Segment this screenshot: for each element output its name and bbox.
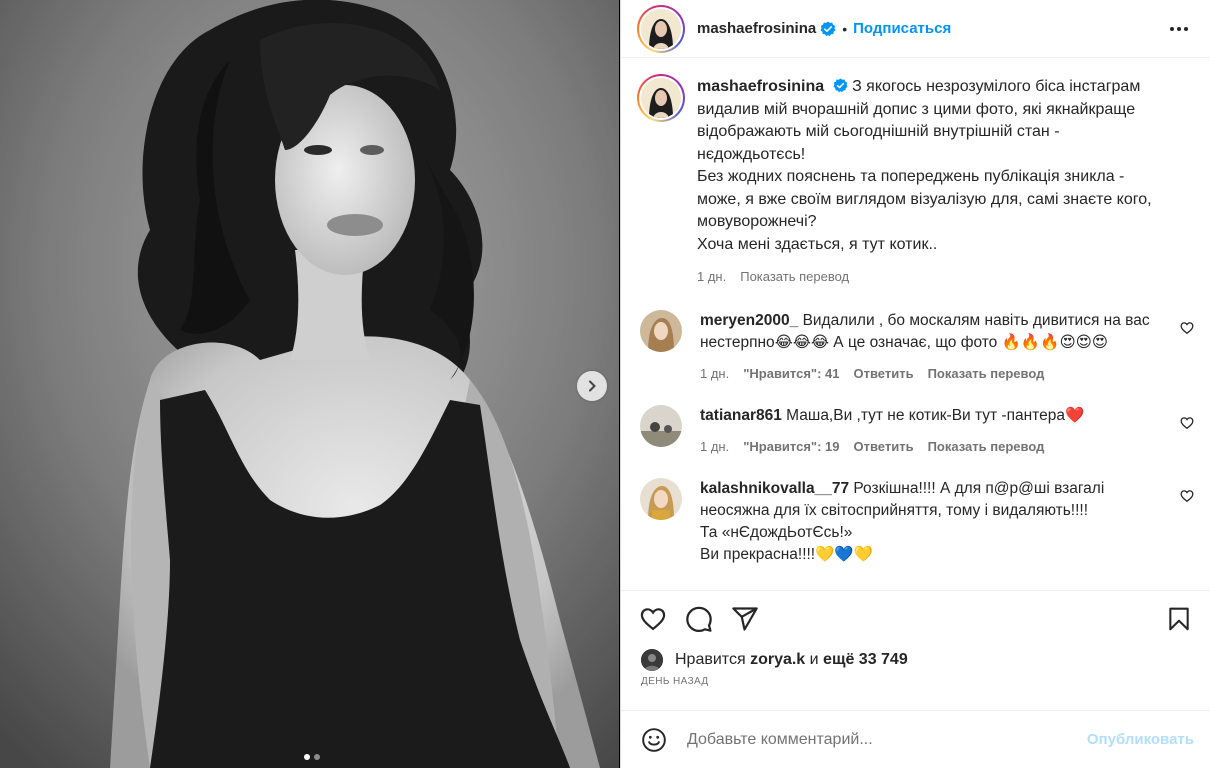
comment-bubble-icon[interactable] [685,605,713,633]
caption-line: може, я вже своїм виглядом візуалізую дл… [697,190,1152,208]
comment-meta: 1 дн. "Нравится": 41 Ответить Показать п… [700,363,1154,385]
comment-body: Маша,Ви ,тут не котик-Ви тут -пантера❤️ [786,407,1085,424]
verified-badge-icon [820,21,836,36]
caption-line: Без жодних пояснень та попереджень публі… [697,168,1125,185]
comment-line: Ви прекрасна!!!!💛💙💛 [700,546,874,563]
post-date[interactable]: ДЕНЬ НАЗАД [621,674,1210,696]
bookmark-icon[interactable] [1166,605,1192,633]
likes-count[interactable]: ещё 33 749 [823,651,908,669]
comment-avatar[interactable] [640,478,682,520]
caption-line: З якогось незрозумілого біса інстаграм [852,78,1141,95]
liker-avatar[interactable] [641,649,663,671]
liker-username[interactable]: zorya.k [750,651,805,669]
comment-text: meryen2000_ Видалили , бо москалям навіт… [700,310,1154,354]
publish-button[interactable]: Опубликовать [1087,731,1194,748]
author-username[interactable]: mashaefrosinina [697,20,816,37]
comment-avatar-image [640,478,682,520]
author-avatar[interactable] [637,4,685,53]
comment-time[interactable]: 1 дн. [700,436,729,458]
caption-avatar[interactable] [637,74,685,122]
comment-item: kalashnikovalla__77 Розкішна!!!! А для п… [637,478,1194,566]
comment-avatar[interactable] [640,405,682,447]
comment-item: tatianar861 Маша,Ви ,тут не котик-Ви тут… [637,405,1194,458]
caption-username[interactable]: mashaefrosinina [697,78,824,95]
reply-button[interactable]: Ответить [854,436,914,458]
post-header: mashaefrosinina • Подписаться [621,0,1210,58]
like-heart-icon[interactable] [639,605,667,633]
author-avatar-image [641,8,681,49]
caption-line: відображають мій сьогоднішній внутрішній… [697,123,1060,140]
post-actions-bar [621,590,1210,646]
caption-line: видалив мій вчорашній допис з цими фото,… [697,100,1136,118]
comment-line: Розкішна!!!! А для п@р@ші взагалі [853,480,1105,497]
comment-username[interactable]: meryen2000_ [700,312,798,329]
more-dot-icon [1177,26,1181,31]
verified-badge-icon [833,78,848,93]
comment-meta: 1 дн. "Нравится": 19 Ответить Показать п… [700,436,1154,458]
liker-avatar-image [641,649,663,671]
carousel-next-button[interactable] [577,371,607,401]
comment-line: неосяжна для їх світосприйняття, тому і … [700,502,1089,519]
caption-line: Хоча мені здається, я тут котик.. [697,235,938,253]
comment-avatar[interactable] [640,310,682,352]
emoji-smile-icon[interactable] [641,727,667,753]
like-comment-heart-icon[interactable] [1180,489,1194,503]
carousel-dot-1 [304,754,310,760]
comment-time[interactable]: 1 дн. [700,363,729,385]
caption-avatar-image [641,78,681,118]
caption-line: мовуворожнечі? [697,213,817,230]
caption-translate-link[interactable]: Показать перевод [740,266,849,288]
likes-prefix: Нравится [675,651,746,668]
like-comment-heart-icon[interactable] [1180,321,1194,335]
header-separator: • [842,20,848,37]
comment-line: Та «нЄдождЬотЄсь!» [700,524,853,541]
comment-avatar-image [640,405,682,447]
likes-and: и [809,651,819,668]
more-dot-icon [1170,26,1174,31]
comment-likes[interactable]: "Нравится": 19 [743,436,839,458]
like-comment-heart-icon[interactable] [1180,416,1194,430]
caption-time[interactable]: 1 дн. [697,266,726,288]
post-side-panel: mashaefrosinina • Подписаться mashaefros… [620,0,1210,768]
caption-meta: 1 дн. Показать перевод [697,266,1154,288]
follow-button[interactable]: Подписаться [853,20,951,37]
post-media [0,0,620,768]
share-send-icon[interactable] [731,605,759,633]
post-dialog: mashaefrosinina • Подписаться mashaefros… [0,0,1210,768]
comment-likes[interactable]: "Нравится": 41 [743,363,839,385]
comments-list: mashaefrosinina З якогось незрозумілого … [621,58,1210,590]
add-comment-bar: Опубликовать [621,710,1210,768]
comment-text: tatianar861 Маша,Ви ,тут не котик-Ви тут… [700,405,1154,427]
more-dot-icon [1184,26,1188,31]
comment-input[interactable] [687,730,1087,749]
chevron-right-icon [589,380,596,392]
caption-line: нєдождьотєсь! [697,145,806,163]
translate-link[interactable]: Показать перевод [928,436,1045,458]
comment-item: meryen2000_ Видалили , бо москалям навіт… [637,310,1194,385]
carousel-dot-2 [314,754,320,760]
carousel-indicator [0,754,620,760]
more-options-button[interactable] [1162,19,1196,39]
comment-avatar-image [640,310,682,352]
comment-username[interactable]: tatianar861 [700,407,782,424]
caption: mashaefrosinina З якогось незрозумілого … [637,74,1194,288]
comment-username[interactable]: kalashnikovalla__77 [700,480,849,497]
likes-summary: Нравится zorya.k и ещё 33 749 [621,646,1210,674]
post-photo [0,0,619,768]
comment-text: kalashnikovalla__77 Розкішна!!!! А для п… [700,478,1154,566]
translate-link[interactable]: Показать перевод [928,363,1045,385]
caption-text: mashaefrosinina З якогось незрозумілого … [697,76,1154,256]
reply-button[interactable]: Ответить [854,363,914,385]
